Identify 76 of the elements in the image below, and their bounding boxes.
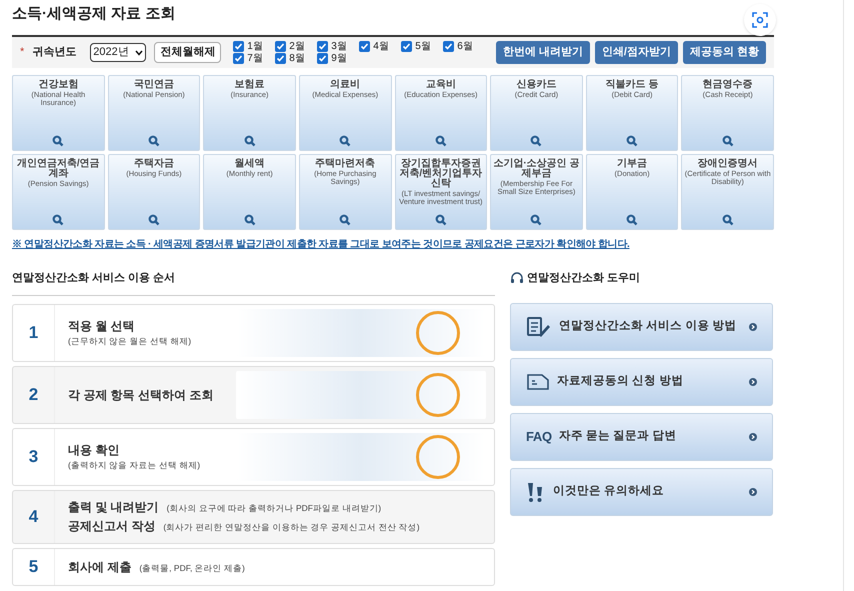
headset-icon — [510, 272, 524, 284]
month-label: 8월 — [289, 52, 305, 64]
step-title: 각 공제 항목 선택하여 조회 — [68, 386, 214, 404]
month-checkbox[interactable] — [359, 41, 370, 52]
step-number: 2 — [13, 366, 55, 422]
step-note: (출력하지 않을 자료는 선택 해제) — [68, 459, 200, 472]
notice-link[interactable]: ※ 연말정산간소화 자료는 소득 · 세액공제 증명서류 발급기관이 제출한 자료를 그대로 보여주는 것이므로 공제요건은 근로자가 확인해야 합니다. — [12, 237, 774, 252]
month-checkbox[interactable] — [233, 53, 244, 64]
month-checkbox[interactable] — [233, 41, 244, 52]
search-icon — [530, 214, 542, 226]
chevron-circle-icon — [749, 322, 757, 330]
month-checkbox[interactable] — [275, 41, 286, 52]
step-note: (회사가 편리한 연말정산을 이용하는 경우 공제신고서 전산 작성) — [163, 521, 420, 534]
month-label: 2월 — [289, 40, 305, 52]
search-icon — [530, 135, 542, 147]
month-checkbox[interactable] — [401, 41, 412, 52]
step-title: 내용 확인 — [68, 442, 120, 460]
step-title: 적용 월 선택 — [68, 318, 136, 336]
step-title: 출력 및 내려받기 — [68, 499, 159, 516]
search-icon — [52, 214, 64, 226]
month-label: 7월 — [247, 52, 263, 64]
month-label: 3월 — [331, 40, 347, 52]
month-label: 9월 — [331, 52, 347, 64]
step-note: (회사의 요구에 따라 출력하거나 PDF파일로 내려받기) — [166, 502, 382, 515]
step-note: (출력물, PDF, 온라인 제출) — [139, 562, 245, 574]
step-number: 4 — [13, 490, 55, 542]
search-icon — [148, 135, 160, 147]
month-checkbox[interactable] — [317, 53, 328, 64]
year-select[interactable]: 2022년 — [90, 43, 146, 62]
dropdown-caret-icon — [135, 50, 144, 56]
help-menu-item[interactable]: 연말정산간소화 서비스 이용 방법 — [510, 302, 773, 350]
search-icon — [52, 135, 64, 147]
search-icon — [339, 214, 352, 226]
document-pen-icon — [526, 316, 552, 338]
step-title: 공제신고서 작성 — [68, 518, 156, 535]
chevron-circle-icon — [749, 488, 757, 496]
month-checkbox[interactable] — [275, 53, 286, 64]
help-menu-item[interactable]: FAQ 자주 묻는 질문과 답변 — [510, 412, 773, 460]
month-checkbox[interactable] — [443, 41, 454, 52]
clear-months-button[interactable]: 전체월해제 — [154, 42, 222, 63]
month-label: 5월 — [415, 40, 431, 52]
search-icon — [722, 214, 734, 226]
step-note: (근무하지 않은 월은 선택 해제) — [68, 335, 192, 348]
month-label: 1월 — [247, 40, 263, 52]
help-menu-item[interactable]: 자료제공동의 신청 방법 — [510, 358, 773, 406]
step-title: 회사에 제출 — [68, 558, 132, 576]
search-icon — [148, 214, 160, 226]
search-icon — [626, 214, 638, 226]
action-button[interactable]: 인쇄/점자받기 — [594, 41, 678, 64]
scan-icon — [752, 12, 768, 28]
search-icon — [339, 135, 352, 147]
search-icon — [626, 135, 638, 147]
document-icon — [526, 372, 550, 390]
section-heading: 연말정산간소화 서비스 이용 순서 — [12, 270, 495, 296]
search-icon — [434, 214, 447, 226]
chevron-circle-icon — [749, 432, 757, 440]
search-icon — [434, 135, 447, 147]
screen-scan-button[interactable] — [744, 4, 776, 36]
action-button[interactable]: 제공동의 현황 — [682, 41, 766, 64]
month-label: 6월 — [457, 40, 473, 52]
month-checkbox[interactable] — [317, 41, 328, 52]
help-menu-item[interactable]: 이것만은 유의하세요 — [510, 468, 773, 516]
faq-label: FAQ — [526, 428, 552, 446]
step-number: 3 — [13, 428, 55, 484]
step-number: 5 — [13, 548, 55, 584]
search-icon — [722, 135, 734, 147]
month-label: 4월 — [373, 40, 389, 52]
year-label: 귀속년도 — [32, 45, 78, 60]
search-icon — [244, 135, 256, 147]
step-number: 1 — [13, 304, 55, 360]
action-button[interactable]: 한번에 내려받기 — [496, 41, 590, 64]
section-heading: 연말정산간소화 도우미 — [527, 271, 640, 286]
search-icon — [244, 214, 256, 226]
required-mark: * — [20, 45, 24, 60]
chevron-circle-icon — [749, 378, 757, 386]
page-title: 소득·세액공제 자료 조회 — [12, 4, 176, 24]
